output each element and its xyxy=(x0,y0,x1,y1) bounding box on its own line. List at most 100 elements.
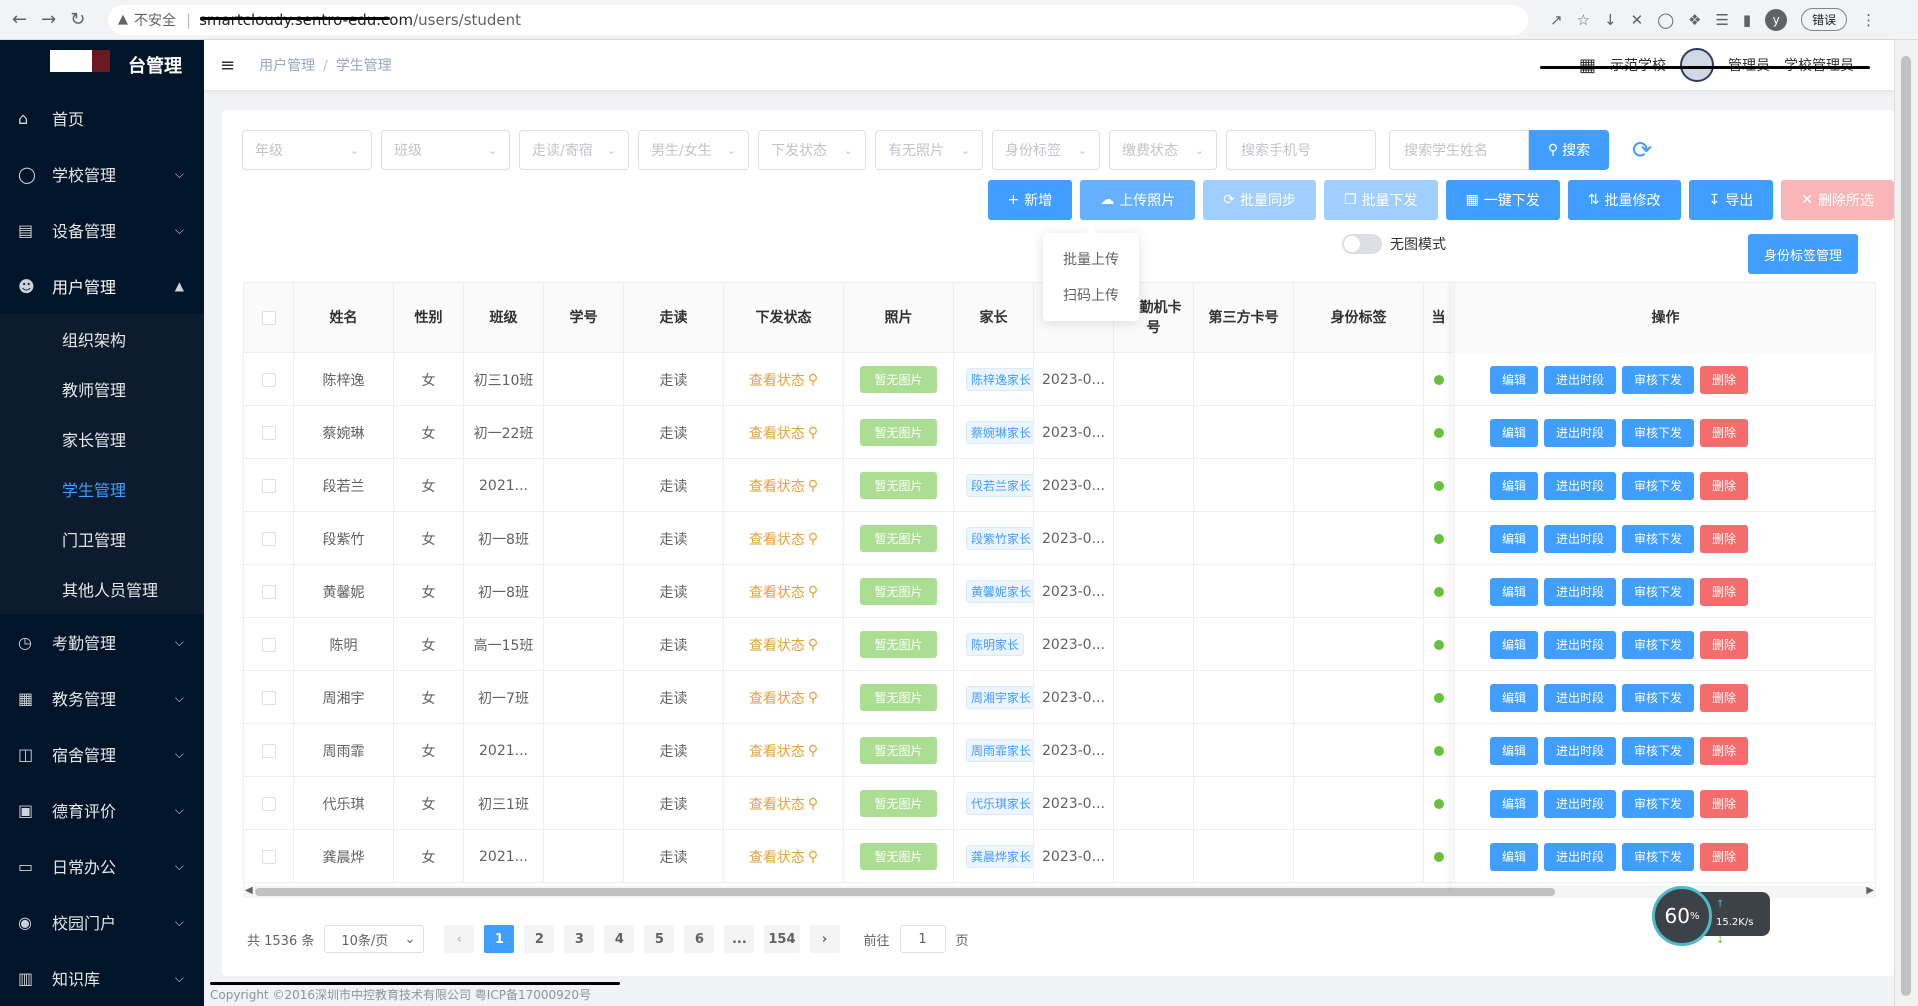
delete-button[interactable]: 删除 xyxy=(1700,471,1749,500)
access-time-button[interactable]: 进出时段 xyxy=(1544,524,1617,553)
prev-page-button[interactable]: ‹ xyxy=(444,925,475,953)
shield-ext-icon[interactable]: ◯ xyxy=(1657,11,1674,29)
view-status-link[interactable]: 查看状态 ⚲ xyxy=(749,794,818,814)
next-page-button[interactable]: › xyxy=(809,925,840,953)
edit-button[interactable]: 编辑 xyxy=(1490,524,1539,553)
review-issue-button[interactable]: 审核下发 xyxy=(1622,789,1695,818)
issue-status-select[interactable]: 下发状态 ⌄ xyxy=(758,130,866,170)
row-checkbox[interactable] xyxy=(261,478,276,493)
page-scrollbar[interactable] xyxy=(1894,40,1918,1006)
add-button[interactable]: + 新增 xyxy=(987,180,1073,220)
sidebar-item-kb[interactable]: ▥ 知识库 ⌵ xyxy=(0,950,204,1006)
sidebar-item-guards[interactable]: 门卫管理 xyxy=(0,514,204,564)
edit-button[interactable]: 编辑 xyxy=(1490,736,1539,765)
sidebar-item-home[interactable]: ⌂ 首页 xyxy=(0,90,204,146)
view-status-link[interactable]: 查看状态 ⚲ xyxy=(749,423,818,443)
menu-dots-icon[interactable]: ⋮ xyxy=(1861,11,1876,29)
parent-tag[interactable]: 周湘宇家长 xyxy=(966,686,1033,709)
review-issue-button[interactable]: 审核下发 xyxy=(1622,683,1695,712)
sidebar-item-attendance[interactable]: ◷ 考勤管理 ⌵ xyxy=(0,614,204,670)
sidebar-item-org[interactable]: 组织架构 xyxy=(0,314,204,364)
sidebar-item-moral[interactable]: ▣ 德育评价 ⌵ xyxy=(0,782,204,838)
access-time-button[interactable]: 进出时段 xyxy=(1544,789,1617,818)
download-icon[interactable]: ↓ xyxy=(1604,11,1617,29)
sidebar-item-parents[interactable]: 家长管理 xyxy=(0,414,204,464)
sidebar-item-students[interactable]: 学生管理 xyxy=(0,464,204,514)
edit-button[interactable]: 编辑 xyxy=(1490,471,1539,500)
page-button[interactable]: 1 xyxy=(484,925,515,953)
header-name[interactable]: 姓名 xyxy=(294,283,394,353)
access-time-button[interactable]: 进出时段 xyxy=(1544,471,1617,500)
no-image-toggle[interactable] xyxy=(1342,234,1382,254)
review-issue-button[interactable]: 审核下发 xyxy=(1622,365,1695,394)
row-checkbox[interactable] xyxy=(261,796,276,811)
error-pill[interactable]: 错误 xyxy=(1801,8,1848,31)
view-status-link[interactable]: 查看状态 ⚲ xyxy=(749,741,818,761)
page-button[interactable]: 3 xyxy=(564,925,595,953)
edit-button[interactable]: 编辑 xyxy=(1490,630,1539,659)
parent-tag[interactable]: 代乐琪家长 xyxy=(966,792,1033,815)
delete-button[interactable]: 删除 xyxy=(1700,736,1749,765)
delete-button[interactable]: 删除 xyxy=(1700,683,1749,712)
sidebar-item-users[interactable]: ☻ 用户管理 ▲ xyxy=(0,258,204,314)
access-time-button[interactable]: 进出时段 xyxy=(1544,736,1617,765)
school-label[interactable]: 示范学校 xyxy=(1610,55,1666,75)
sidebar-item-teachers[interactable]: 教师管理 xyxy=(0,364,204,414)
refresh-icon[interactable]: ⟳ xyxy=(1622,130,1662,170)
parent-tag[interactable]: 陈明家长 xyxy=(966,633,1025,656)
review-issue-button[interactable]: 审核下发 xyxy=(1622,736,1695,765)
page-ellipsis[interactable]: ... xyxy=(724,925,755,953)
edit-button[interactable]: 编辑 xyxy=(1490,789,1539,818)
sidebar-item-school[interactable]: ◯ 学校管理 ⌵ xyxy=(0,146,204,202)
edit-button[interactable]: 编辑 xyxy=(1490,365,1539,394)
page-button[interactable]: 154 xyxy=(764,925,800,953)
view-status-link[interactable]: 查看状态 ⚲ xyxy=(749,847,818,867)
access-time-button[interactable]: 进出时段 xyxy=(1544,683,1617,712)
parent-tag[interactable]: 陈梓逸家长 xyxy=(966,368,1033,391)
row-checkbox[interactable] xyxy=(261,584,276,599)
photo-select[interactable]: 有无照片 ⌄ xyxy=(875,130,983,170)
row-checkbox[interactable] xyxy=(261,690,276,705)
back-icon[interactable]: ← xyxy=(12,9,27,30)
scan-upload-option[interactable]: 扫码上传 xyxy=(1043,277,1139,313)
view-status-link[interactable]: 查看状态 ⚲ xyxy=(749,370,818,390)
row-checkbox[interactable] xyxy=(261,372,276,387)
user-name[interactable]: 管理员 xyxy=(1728,55,1770,75)
grade-select[interactable]: 年级 ⌄ xyxy=(242,130,372,170)
page-button[interactable]: 6 xyxy=(684,925,715,953)
row-checkbox[interactable] xyxy=(261,743,276,758)
parent-tag[interactable]: 蔡婉琳家长 xyxy=(966,421,1033,444)
scrollbar-thumb[interactable] xyxy=(255,888,1555,896)
scroll-right-icon[interactable]: ▶ xyxy=(1866,885,1874,896)
export-button[interactable]: ↧ 导出 xyxy=(1688,180,1774,220)
batch-upload-option[interactable]: 批量上传 xyxy=(1043,241,1139,277)
sidebar-item-office[interactable]: ▭ 日常办公 ⌵ xyxy=(0,838,204,894)
sidebar-item-others[interactable]: 其他人员管理 xyxy=(0,564,204,614)
forward-icon[interactable]: → xyxy=(41,9,56,30)
reading-list-icon[interactable]: ☰ xyxy=(1715,11,1728,29)
star-icon[interactable]: ☆ xyxy=(1577,11,1590,29)
page-size-select[interactable]: 10条/页 ⌄ xyxy=(324,925,425,953)
parent-tag[interactable]: 黄馨妮家长 xyxy=(966,580,1033,603)
batch-issue-button[interactable]: ❐ 批量下发 xyxy=(1324,180,1438,220)
delete-button[interactable]: 删除 xyxy=(1700,524,1749,553)
network-speed-widget[interactable]: ↑ 15.2K/s ↓ 6K/s 60% xyxy=(1652,886,1770,946)
view-status-link[interactable]: 查看状态 ⚲ xyxy=(749,688,818,708)
delete-selected-button[interactable]: ✕ 删除所选 xyxy=(1781,180,1894,220)
parent-tag[interactable]: 周雨霏家长 xyxy=(966,739,1033,762)
access-time-button[interactable]: 进出时段 xyxy=(1544,842,1617,871)
share-icon[interactable]: ↗ xyxy=(1550,11,1563,29)
scroll-left-icon[interactable]: ◀ xyxy=(245,885,253,896)
puzzle-icon[interactable]: ❖ xyxy=(1688,11,1701,29)
view-status-link[interactable]: 查看状态 ⚲ xyxy=(749,529,818,549)
edit-button[interactable]: 编辑 xyxy=(1490,577,1539,606)
view-status-link[interactable]: 查看状态 ⚲ xyxy=(749,582,818,602)
gender-select[interactable]: 男生/女生 ⌄ xyxy=(638,130,749,170)
row-checkbox[interactable] xyxy=(261,637,276,652)
page-button[interactable]: 5 xyxy=(644,925,675,953)
review-issue-button[interactable]: 审核下发 xyxy=(1622,577,1695,606)
review-issue-button[interactable]: 审核下发 xyxy=(1622,418,1695,447)
sidebar-item-device[interactable]: ▤ 设备管理 ⌵ xyxy=(0,202,204,258)
name-search-input[interactable]: 搜索学生姓名 xyxy=(1389,130,1529,170)
avatar[interactable] xyxy=(1680,48,1714,82)
